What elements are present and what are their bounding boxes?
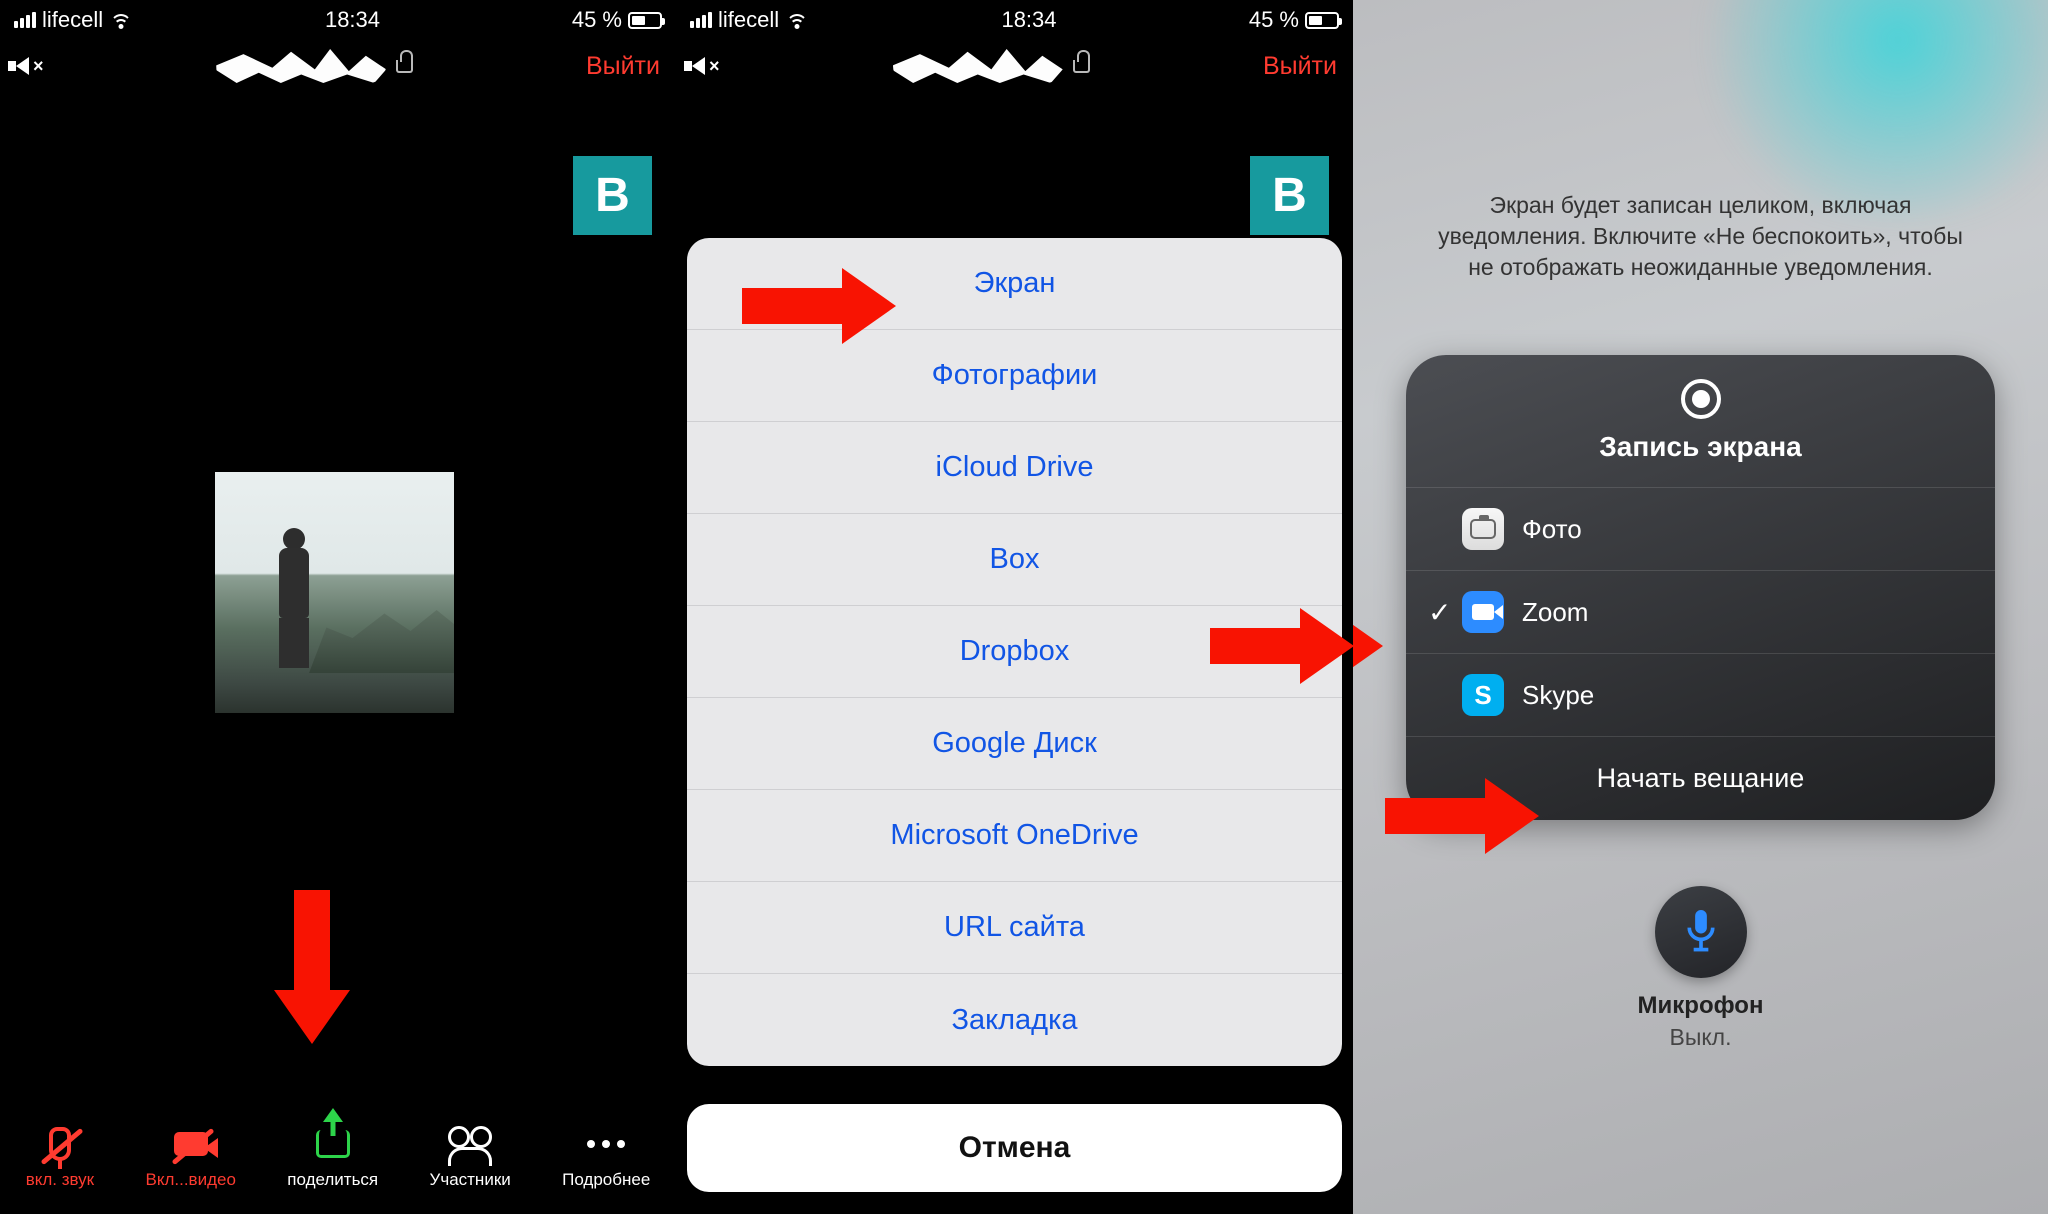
- battery-icon: [628, 12, 662, 29]
- status-time: 18:34: [1001, 7, 1056, 33]
- status-time: 18:34: [325, 7, 380, 33]
- mic-muted-icon: [38, 1124, 82, 1164]
- wifi-icon: [109, 11, 133, 29]
- annotation-arrow-next: [1210, 608, 1353, 684]
- broadcast-app-label: Фото: [1522, 514, 1582, 545]
- broadcast-hint: Экран будет записан целиком, включая уве…: [1353, 190, 2048, 283]
- pane-broadcast-picker: Экран будет записан целиком, включая уве…: [1353, 0, 2048, 1214]
- zoom-header: × Выйти: [0, 40, 676, 92]
- participant-tile[interactable]: B: [1250, 156, 1329, 235]
- meeting-title-hidden: [216, 49, 386, 83]
- status-bar: lifecell 18:34 45 %: [0, 0, 676, 40]
- signal-bars-icon: [14, 12, 36, 28]
- broadcast-title: Запись экрана: [1406, 431, 1995, 463]
- toolbar-video-label: Вкл...видео: [145, 1170, 235, 1190]
- share-option-icloud[interactable]: iCloud Drive: [687, 422, 1342, 514]
- check-icon: ✓: [1428, 596, 1451, 629]
- toolbar-video-button[interactable]: Вкл...видео: [145, 1124, 235, 1190]
- carrier-name: lifecell: [42, 7, 103, 33]
- speaker-muted-icon[interactable]: ×: [16, 56, 44, 77]
- participants-icon: [448, 1124, 492, 1164]
- pane-zoom-sharesheet: lifecell 18:34 45 % × Выйти B вкл. звук …: [676, 0, 1353, 1214]
- signal-bars-icon: [690, 12, 712, 28]
- lock-icon: [1073, 60, 1090, 73]
- mic-state: Выкл.: [1353, 1024, 2048, 1051]
- zoom-app-icon: [1462, 591, 1504, 633]
- broadcast-panel: Запись экрана Фото ✓ Zoom S Skype Начать…: [1406, 355, 1995, 820]
- broadcast-app-skype[interactable]: S Skype: [1406, 653, 1995, 736]
- more-icon: [584, 1124, 628, 1164]
- photos-app-icon: [1462, 508, 1504, 550]
- toolbar-audio-label: вкл. звук: [26, 1170, 94, 1190]
- share-option-bookmark[interactable]: Закладка: [687, 974, 1342, 1066]
- carrier-name: lifecell: [718, 7, 779, 33]
- speaker-muted-icon[interactable]: ×: [692, 56, 720, 77]
- broadcast-app-label: Zoom: [1522, 597, 1588, 628]
- broadcast-app-zoom[interactable]: ✓ Zoom: [1406, 570, 1995, 653]
- annotation-arrow-start: [1385, 778, 1539, 854]
- microphone-icon: [1681, 910, 1721, 954]
- annotation-arrow-zoom: [1353, 608, 1383, 684]
- share-option-url[interactable]: URL сайта: [687, 882, 1342, 974]
- camera-off-icon: [169, 1124, 213, 1164]
- broadcast-app-label: Skype: [1522, 680, 1594, 711]
- broadcast-app-photo[interactable]: Фото: [1406, 487, 1995, 570]
- share-icon: [311, 1124, 355, 1164]
- toolbar-share-button[interactable]: поделиться: [287, 1124, 378, 1190]
- mic-toggle-button[interactable]: [1655, 886, 1747, 978]
- battery-pct: 45 %: [572, 7, 622, 33]
- share-option-box[interactable]: Box: [687, 514, 1342, 606]
- pane-zoom-main: lifecell 18:34 45 % × Выйти B вкл. звук: [0, 0, 676, 1214]
- record-icon: [1681, 379, 1721, 419]
- share-option-onedrive[interactable]: Microsoft OneDrive: [687, 790, 1342, 882]
- toolbar-participants-button[interactable]: Участники: [430, 1124, 511, 1190]
- leave-button[interactable]: Выйти: [1263, 52, 1337, 81]
- annotation-arrow-screen: [742, 268, 896, 344]
- annotation-arrow-down: [274, 890, 350, 1044]
- lock-icon: [396, 60, 413, 73]
- toolbar-more-label: Подробнее: [562, 1170, 650, 1190]
- share-cancel-button[interactable]: Отмена: [687, 1104, 1342, 1192]
- toolbar-participants-label: Участники: [430, 1170, 511, 1190]
- wifi-icon: [785, 11, 809, 29]
- zoom-header: × Выйти: [676, 40, 1353, 92]
- mic-label: Микрофон: [1353, 992, 2048, 1020]
- battery-icon: [1305, 12, 1339, 29]
- toolbar-more-button[interactable]: Подробнее: [562, 1124, 650, 1190]
- participant-tile[interactable]: B: [573, 156, 652, 235]
- battery-pct: 45 %: [1249, 7, 1299, 33]
- toolbar-share-label: поделиться: [287, 1170, 378, 1190]
- skype-app-icon: S: [1462, 674, 1504, 716]
- meeting-title-hidden: [893, 49, 1063, 83]
- toolbar-audio-button[interactable]: вкл. звук: [26, 1124, 94, 1190]
- share-option-gdrive[interactable]: Google Диск: [687, 698, 1342, 790]
- self-video-thumb[interactable]: [215, 472, 454, 713]
- leave-button[interactable]: Выйти: [586, 52, 660, 81]
- zoom-toolbar: вкл. звук Вкл...видео поделиться Участни…: [0, 1104, 676, 1214]
- status-bar: lifecell 18:34 45 %: [676, 0, 1353, 40]
